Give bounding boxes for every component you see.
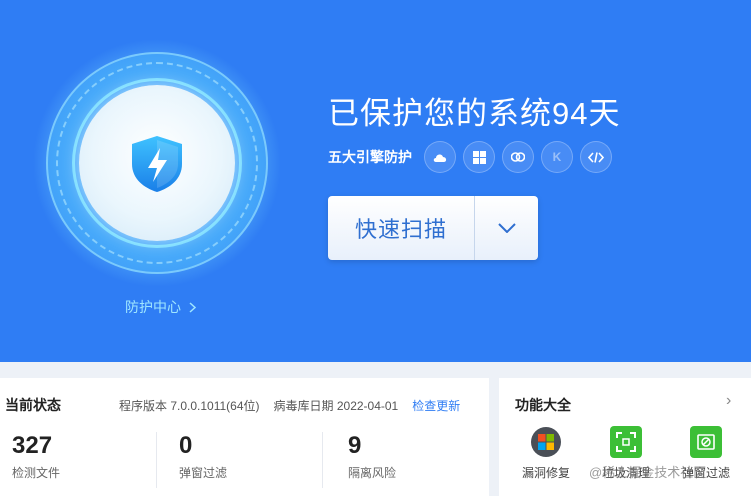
scan-frame-icon: [610, 426, 642, 458]
ai-brain-icon[interactable]: [502, 141, 534, 173]
stat-popup-filtered: 0 弹窗过滤: [179, 432, 227, 481]
watermark-text: @稀土掘金技术社区: [589, 465, 707, 480]
protection-days-title: 已保护您的系统94天: [328, 96, 621, 131]
stat-quarantined-risks: 9 隔离风险: [348, 432, 396, 481]
stat-value: 0: [179, 432, 193, 459]
scan-button-group: 快速扫描: [328, 196, 538, 260]
k-icon[interactable]: K: [541, 141, 573, 173]
protection-center-link[interactable]: 防护中心: [125, 297, 196, 317]
stat-divider: [156, 432, 157, 488]
stat-value: 9: [348, 432, 362, 459]
chevron-right-icon: [189, 301, 196, 313]
check-update-link[interactable]: 检查更新: [412, 399, 460, 413]
status-panel: [0, 378, 489, 496]
stat-label: 检测文件: [12, 466, 61, 480]
features-title: 功能大全: [515, 397, 571, 413]
virus-db-date: 病毒库日期 2022-04-01: [273, 399, 399, 413]
stat-scanned-files: 327 检测文件: [12, 432, 60, 481]
windows-patch-icon: [530, 426, 562, 458]
stat-value: 327: [12, 432, 53, 459]
hero-panel: 防护中心 已保护您的系统94天 五大引擎防护 K 快速扫描: [0, 0, 751, 362]
stat-divider: [322, 432, 323, 488]
status-meta: 程序版本 7.0.0.1011(64位) 病毒库日期 2022-04-01 检查更新: [119, 397, 460, 414]
engines-row: 五大引擎防护 K: [328, 141, 619, 173]
protection-center-label: 防护中心: [125, 299, 181, 315]
program-version: 程序版本 7.0.0.1011(64位): [119, 399, 260, 413]
stat-label: 弹窗过滤: [179, 466, 228, 480]
protection-orb[interactable]: [32, 38, 282, 288]
feature-vulnerability-fix[interactable]: 漏洞修复: [511, 426, 581, 481]
scan-options-dropdown[interactable]: [475, 196, 538, 260]
features-more-chevron[interactable]: ›: [726, 392, 731, 410]
status-title: 当前状态: [5, 397, 61, 413]
windows-icon[interactable]: [463, 141, 495, 173]
shield-lightning-icon: [132, 136, 182, 192]
engines-label: 五大引擎防护: [328, 149, 412, 165]
chevron-down-icon: [497, 223, 516, 233]
feature-label: 漏洞修复: [521, 466, 570, 480]
code-icon[interactable]: [580, 141, 612, 173]
cloud-icon[interactable]: [424, 141, 456, 173]
quick-scan-button[interactable]: 快速扫描: [328, 196, 474, 260]
stat-label: 隔离风险: [348, 466, 397, 480]
popup-block-icon: [690, 426, 722, 458]
